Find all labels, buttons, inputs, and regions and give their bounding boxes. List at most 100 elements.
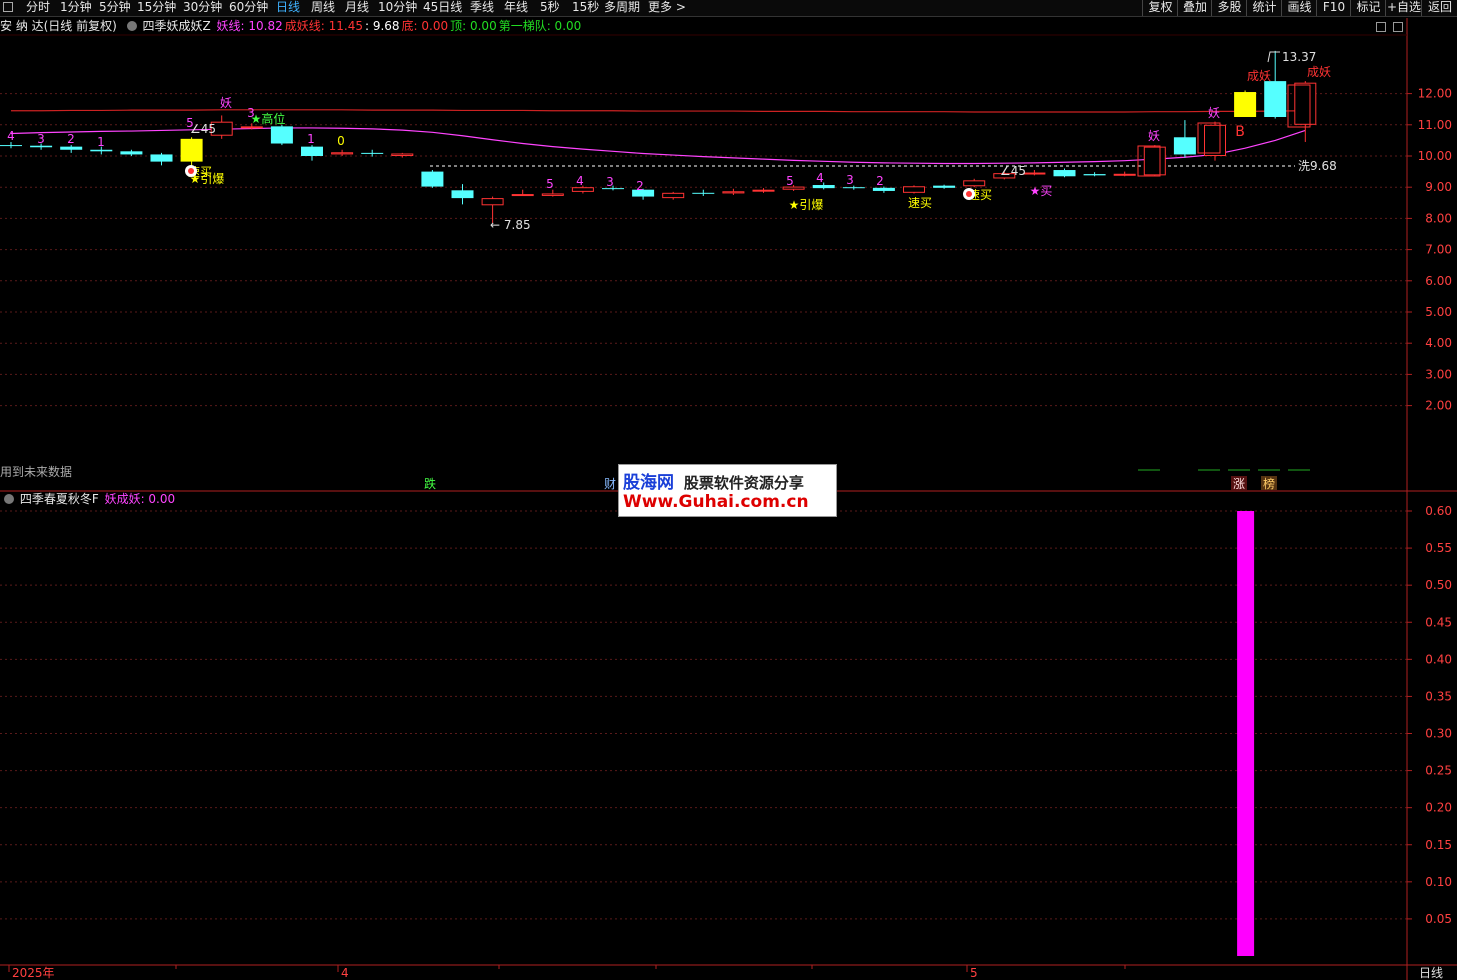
candle-body	[812, 185, 835, 189]
low-price-label: ← 7.85	[490, 218, 531, 232]
sub-axis-label: 0.60	[1425, 504, 1452, 518]
candle-body	[1264, 81, 1287, 117]
candle-body	[541, 193, 564, 196]
zhang-signal-label: 涨	[1233, 476, 1245, 491]
count-label: 2	[876, 174, 884, 188]
candle-body	[391, 153, 414, 156]
main-axis-label: 2.00	[1425, 399, 1452, 413]
sub-axis-label: 0.40	[1425, 652, 1452, 666]
candle-body	[692, 192, 715, 194]
candle-body	[180, 138, 203, 162]
high-price-pointer	[1267, 51, 1280, 63]
candle-body	[1143, 146, 1166, 176]
sub-axis-label: 0.25	[1425, 764, 1452, 778]
watermark-slogan: 股票软件资源分享	[683, 474, 804, 492]
cai-signal-label: 财	[604, 477, 616, 491]
main-axis-label: 11.00	[1418, 118, 1452, 132]
yaochengyao-bar	[1237, 511, 1255, 956]
sub-axis-label: 0.35	[1425, 689, 1452, 703]
candle-body	[331, 152, 354, 155]
count-label: 2	[67, 132, 75, 146]
candle-body	[1204, 124, 1226, 157]
bang-signal-label: 榜	[1263, 476, 1275, 491]
b-signal-label: B	[1235, 124, 1245, 140]
chengyao-line	[11, 109, 1306, 113]
count-label: 5	[786, 174, 794, 188]
period-corner-label: 日线	[1419, 966, 1443, 980]
candle-body	[270, 126, 293, 144]
count-label: 4	[576, 174, 584, 188]
watermark-url: Www.Guhai.com.cn	[623, 492, 809, 512]
date-label: 4	[341, 966, 349, 980]
candle-body	[481, 198, 504, 206]
candle-body	[451, 190, 474, 199]
count-label: 2	[636, 179, 644, 193]
candle-body	[752, 189, 775, 192]
angle-label: ∠45	[1000, 164, 1026, 178]
candle-body	[933, 185, 956, 188]
sub-axis-label: 0.10	[1425, 875, 1452, 889]
candle-body	[1234, 92, 1257, 117]
watermark-brand: 股海网	[623, 473, 674, 493]
candle-body	[240, 126, 263, 129]
candle-body	[1113, 173, 1136, 176]
main-axis-label: 10.00	[1418, 149, 1452, 163]
count-label: 3	[846, 173, 854, 187]
count-label: 3	[606, 175, 614, 189]
high-position-signal: ★高位	[251, 111, 286, 126]
candle-body	[842, 187, 865, 189]
count-label: 3	[37, 132, 45, 146]
sub-axis-label: 0.30	[1425, 727, 1452, 741]
buy-marker-dot	[966, 191, 972, 197]
sub-axis-label: 0.45	[1425, 615, 1452, 629]
yinbao-signal: ★引爆	[789, 198, 824, 212]
candle-body	[511, 194, 534, 197]
count-label: 1	[307, 132, 315, 146]
main-axis-label: 3.00	[1425, 367, 1452, 381]
yao-signal-label: 妖	[1208, 106, 1220, 120]
main-axis-label: 7.00	[1425, 243, 1452, 257]
candle-body	[421, 171, 444, 187]
sub-axis-label: 0.55	[1425, 541, 1452, 555]
count-label: 4	[816, 171, 824, 185]
die-signal-label: 跌	[424, 476, 436, 491]
chengyao-signal-label: 成妖	[1307, 65, 1331, 79]
wash-price-label: 洗9.68	[1298, 159, 1337, 173]
high-price-label: 13.37	[1282, 50, 1316, 64]
angle-label: ∠45	[190, 122, 216, 136]
sub-axis-label: 0.50	[1425, 578, 1452, 592]
candle-body	[571, 187, 594, 192]
count-label: 4	[7, 129, 15, 143]
candle-body	[0, 145, 22, 147]
candle-body	[872, 187, 895, 191]
candle-body	[120, 151, 143, 155]
candle-body	[1173, 137, 1196, 155]
candle-body	[1294, 82, 1317, 125]
star-buy-signal: ★买	[1030, 184, 1053, 198]
candle-body	[90, 149, 113, 152]
date-label: 2025年	[12, 966, 55, 980]
main-axis-label: 4.00	[1425, 336, 1452, 350]
sub-axis-label: 0.15	[1425, 838, 1452, 852]
count-label: 5	[546, 177, 554, 191]
date-label: 5	[970, 966, 978, 980]
candle-body	[903, 186, 925, 193]
chengyao-signal-label: 成妖	[1247, 69, 1271, 83]
main-axis-label: 5.00	[1425, 305, 1452, 319]
speed-buy-signal: 速买	[908, 196, 932, 210]
yao-signal-label: 妖	[220, 96, 232, 110]
yao-signal-label: 妖	[1148, 129, 1160, 143]
sub-axis-label: 0.05	[1425, 912, 1452, 926]
main-axis-label: 6.00	[1425, 274, 1452, 288]
candle-body	[1083, 174, 1106, 176]
main-axis-label: 8.00	[1425, 211, 1452, 225]
candle-body	[1053, 170, 1076, 177]
buy-marker-dot	[188, 168, 194, 174]
sub-axis-label: 0.20	[1425, 801, 1452, 815]
candle-body	[963, 180, 986, 187]
candle-body	[722, 191, 745, 194]
main-axis-label: 9.00	[1425, 180, 1452, 194]
candle-body	[60, 146, 83, 150]
watermark-logo: 股海网 股票软件资源分享 Www.Guhai.com.cn	[618, 464, 837, 517]
candle-body	[662, 192, 685, 199]
